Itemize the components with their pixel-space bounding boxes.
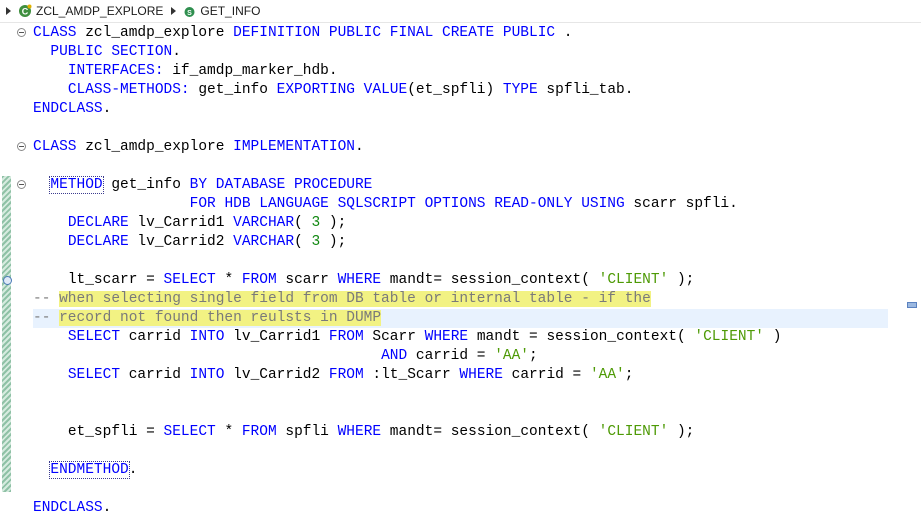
breadcrumb-class-label: ZCL_AMDP_EXPLORE (36, 4, 164, 18)
code-line: et_spfli = SELECT * FROM spfli WHERE man… (67, 424, 695, 440)
code-line: METHOD get_info BY DATABASE PROCEDURE (49, 176, 373, 194)
breadcrumb-method-item[interactable]: S GET_INFO (183, 4, 260, 18)
code-line: PUBLIC SECTION. (50, 44, 181, 60)
code-line: ENDMETHOD. (49, 461, 138, 479)
class-icon: C (19, 4, 32, 17)
code-line: INTERFACES: if_amdp_marker_hdb. (67, 63, 338, 79)
breadcrumb-class-item[interactable]: C ZCL_AMDP_EXPLORE (18, 4, 163, 18)
code-line: CLASS zcl_amdp_explore IMPLEMENTATION. (33, 139, 364, 155)
code-line: ENDCLASS. (33, 101, 112, 117)
code-line: SELECT carrid INTO lv_Carrid1 FROM Scarr… (67, 329, 782, 345)
code-line: AND carrid = 'AA'; (381, 348, 538, 364)
breadcrumb-arrow-icon (6, 7, 11, 15)
breadcrumb-separator-icon (171, 7, 177, 15)
ruler-marker-icon[interactable] (907, 302, 917, 308)
endmethod-keyword[interactable]: ENDMETHOD (49, 461, 130, 479)
breadcrumb: C ZCL_AMDP_EXPLORE S GET_INFO (0, 0, 921, 23)
occurrence-marker-icon[interactable] (3, 276, 12, 285)
overview-ruler[interactable] (907, 23, 921, 527)
method-icon: S (184, 6, 195, 17)
fold-toggle-icon[interactable] (17, 142, 26, 151)
breadcrumb-method-label: GET_INFO (200, 4, 261, 18)
method-keyword[interactable]: METHOD (49, 176, 104, 194)
quick-diff-change-bar (2, 176, 11, 492)
fold-toggle-icon[interactable] (17, 180, 26, 189)
code-line: CLASS zcl_amdp_explore DEFINITION PUBLIC… (33, 25, 573, 41)
highlighted-comment: record not found then reulsts in DUMP (59, 310, 382, 326)
code-line: FOR HDB LANGUAGE SQLSCRIPT OPTIONS READ-… (189, 196, 738, 212)
svg-text:C: C (22, 7, 29, 17)
code-line: DECLARE lv_Carrid1 VARCHAR( 3 ); (67, 215, 347, 231)
code-line: DECLARE lv_Carrid2 VARCHAR( 3 ); (67, 234, 347, 250)
fold-toggle-icon[interactable] (17, 28, 26, 37)
comment-line: -- record not found then reulsts in DUMP (33, 310, 382, 326)
highlighted-comment: when selecting single field from DB tabl… (59, 291, 651, 307)
code-line: CLASS-METHODS: get_info EXPORTING VALUE(… (67, 82, 634, 98)
svg-text:S: S (188, 10, 193, 17)
code-line: SELECT carrid INTO lv_Carrid2 FROM :lt_S… (67, 367, 634, 383)
comment-line: -- when selecting single field from DB t… (33, 291, 651, 307)
code-line: lt_scarr = SELECT * FROM scarr WHERE man… (67, 272, 695, 288)
code-line: ENDCLASS. (33, 500, 112, 516)
